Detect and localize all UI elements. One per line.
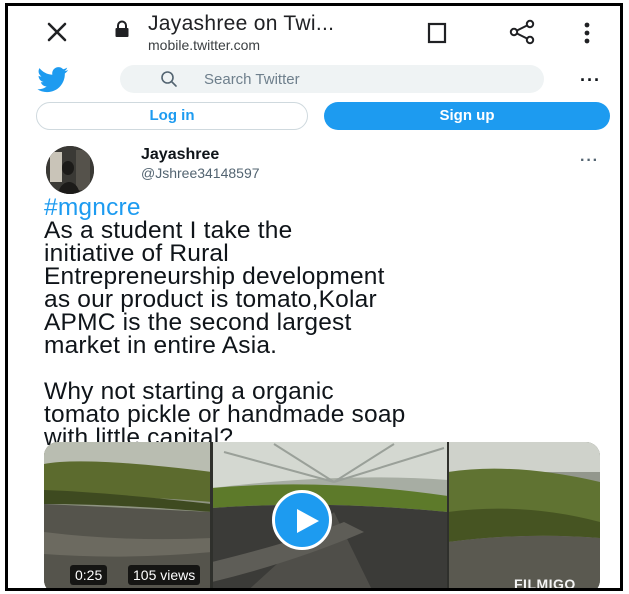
twitter-bird-icon[interactable] xyxy=(36,67,70,93)
play-icon xyxy=(297,509,319,533)
signup-button[interactable]: Sign up xyxy=(324,102,610,130)
close-icon[interactable] xyxy=(44,19,70,45)
page-title: Jayashree on Twi... xyxy=(148,12,335,35)
avatar-image xyxy=(46,146,94,194)
author-name[interactable]: Jayashree xyxy=(141,146,219,164)
twitter-header: ··· xyxy=(8,62,620,96)
kebab-menu-icon[interactable] xyxy=(582,20,592,46)
screenshot-frame: Jayashree on Twi... mobile.twitter.com S… xyxy=(5,3,623,591)
video-watermark: FILMIGO xyxy=(514,576,576,591)
hashtag-link[interactable]: #mgncre xyxy=(44,195,614,220)
bookmark-icon[interactable] xyxy=(426,21,448,45)
page-title-block[interactable]: Jayashree on Twi... mobile.twitter.com xyxy=(148,12,334,53)
login-button[interactable]: Log in xyxy=(36,102,308,130)
search-icon xyxy=(161,71,177,87)
page-url: mobile.twitter.com xyxy=(148,37,261,53)
play-button[interactable] xyxy=(272,490,332,550)
avatar[interactable] xyxy=(46,146,94,194)
tweet-paragraph: Why not starting a organic tomato pickle… xyxy=(44,378,406,451)
browser-toolbar: Jayashree on Twi... mobile.twitter.com xyxy=(8,6,620,60)
tweet-header: Jayashree @Jshree34148597 ··· xyxy=(8,144,620,194)
search-bar[interactable] xyxy=(120,65,544,93)
auth-buttons: Log in Sign up xyxy=(8,102,620,132)
tweet-more-button[interactable]: ··· xyxy=(580,152,599,170)
video-player[interactable]: 0:25 105 views FILMIGO xyxy=(44,442,600,591)
search-input[interactable] xyxy=(204,70,504,88)
author-handle[interactable]: @Jshree34148597 xyxy=(141,165,260,181)
lock-icon xyxy=(115,20,129,37)
video-views: 105 views xyxy=(128,565,201,585)
tweet-paragraph: As a student I take the initiative of Ru… xyxy=(44,217,385,359)
more-options-button[interactable]: ··· xyxy=(580,71,601,89)
tweet-body: #mgncre As a student I take the initiati… xyxy=(44,195,614,451)
share-icon[interactable] xyxy=(508,19,536,45)
video-duration: 0:25 xyxy=(70,565,108,585)
